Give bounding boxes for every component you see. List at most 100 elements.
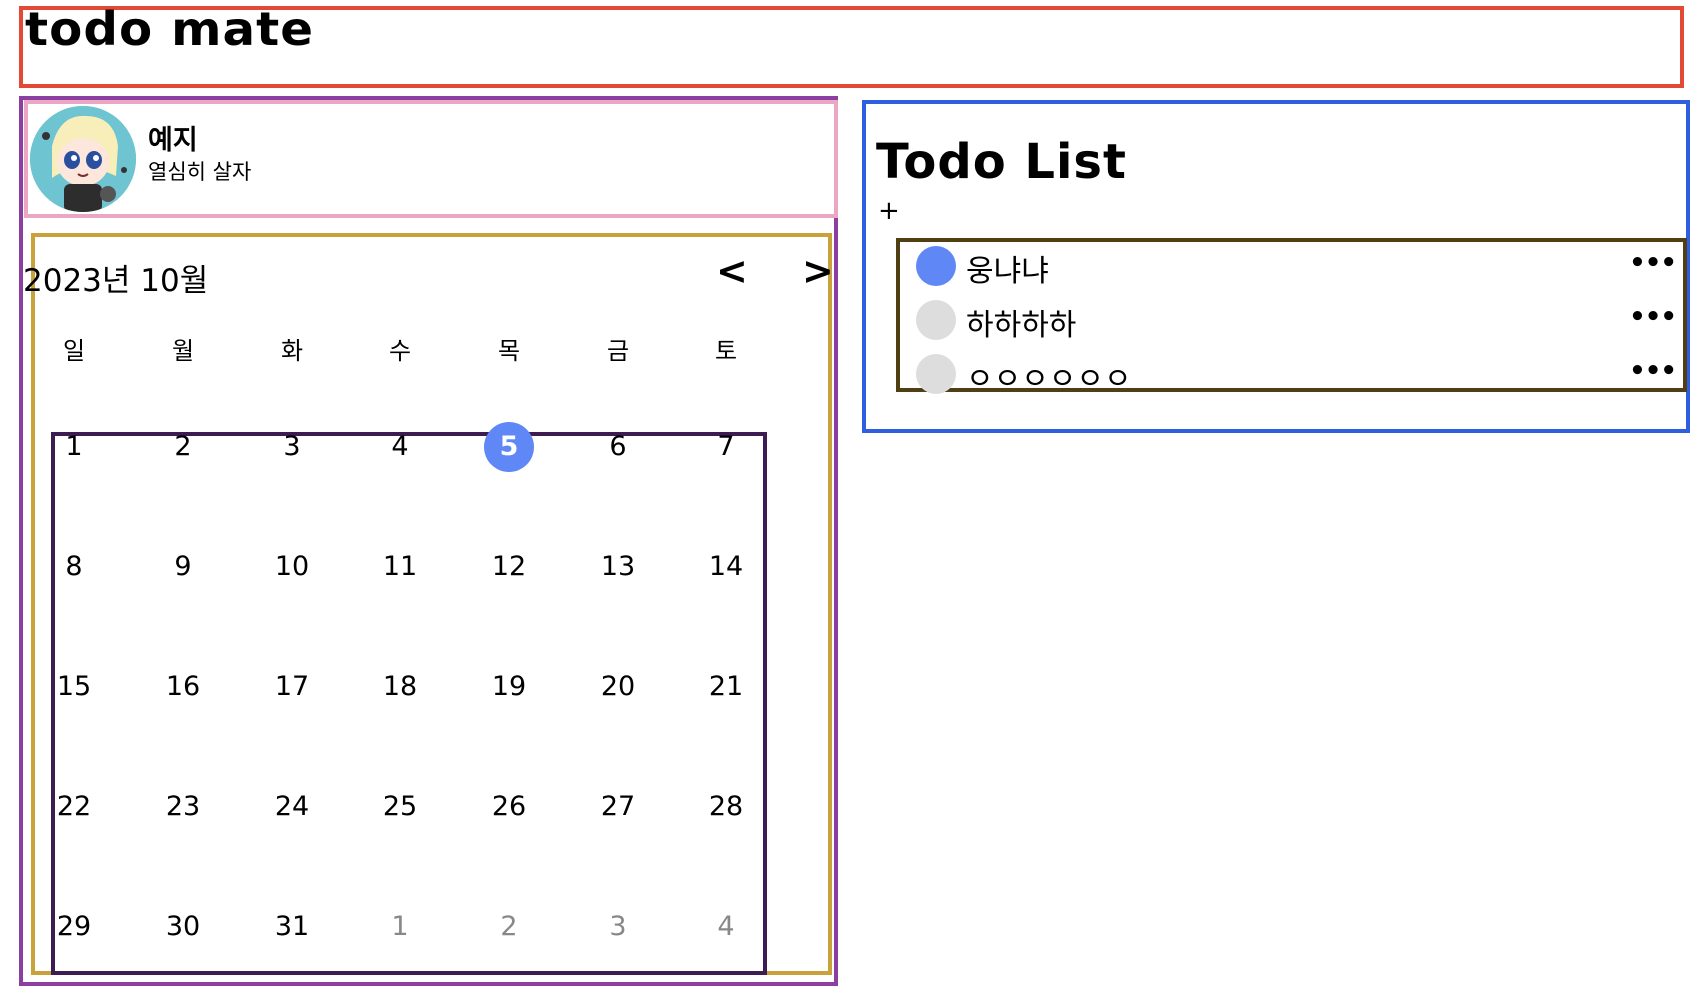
day-number: 21 [708, 671, 744, 702]
day-cell[interactable]: 23 [153, 781, 213, 833]
day-cell[interactable]: 13 [588, 541, 648, 593]
day-number: 29 [56, 911, 92, 942]
day-number: 12 [491, 551, 527, 582]
weekday-label: 월 [171, 337, 195, 365]
day-cell[interactable]: 20 [588, 661, 648, 713]
todo-text: 웅냐냐 [966, 254, 1049, 289]
avatar[interactable] [30, 106, 136, 212]
day-cell[interactable]: 21 [696, 661, 756, 713]
day-number: 27 [600, 791, 636, 822]
day-number: 18 [382, 671, 418, 702]
todo-checkbox[interactable] [916, 246, 956, 286]
day-number: 5 [484, 422, 534, 472]
todo-text: ㅇㅇㅇㅇㅇㅇ [966, 362, 1132, 397]
day-cell[interactable]: 9 [153, 541, 213, 593]
day-number: 4 [391, 431, 409, 462]
more-options-icon[interactable]: ••• [1629, 248, 1677, 278]
day-number: 2 [174, 431, 192, 462]
day-number: 9 [174, 551, 192, 582]
todo-item: 하하하하 ••• [916, 298, 1677, 343]
day-number: 20 [600, 671, 636, 702]
day-cell[interactable]: 31 [262, 901, 322, 953]
profile-status: 열심히 살자 [148, 160, 252, 184]
todo-checkbox[interactable] [916, 354, 956, 394]
next-month-button[interactable]: > [802, 249, 834, 293]
day-number: 17 [274, 671, 310, 702]
weekday-label: 수 [388, 337, 412, 365]
todo-list: 웅냐냐 ••• 하하하하 ••• ㅇㅇㅇㅇㅇㅇ ••• [896, 238, 1687, 397]
weekday-label: 일 [62, 337, 86, 365]
day-number: 24 [274, 791, 310, 822]
day-cell[interactable]: 12 [479, 541, 539, 593]
day-number: 25 [382, 791, 418, 822]
day-cell[interactable]: 1 [370, 901, 430, 953]
day-cell[interactable]: 3 [262, 421, 322, 473]
day-cell[interactable]: 4 [696, 901, 756, 953]
add-todo-button[interactable]: + [878, 196, 900, 226]
day-cell[interactable]: 3 [588, 901, 648, 953]
day-number: 1 [65, 431, 83, 462]
day-cell[interactable]: 30 [153, 901, 213, 953]
day-cell[interactable]: 25 [370, 781, 430, 833]
day-number: 11 [382, 551, 418, 582]
profile-name: 예지 [148, 125, 198, 156]
day-number: 19 [491, 671, 527, 702]
weekday-label: 금 [606, 337, 630, 365]
calendar-days-grid: 1 2 3 4 5 6 7 8 9 10 11 12 13 14 15 16 17 18 19 20 21 22 23 24 2… [51, 422, 767, 975]
day-cell[interactable]: 7 [696, 421, 756, 473]
day-cell[interactable]: 28 [696, 781, 756, 833]
day-number: 13 [600, 551, 636, 582]
weekday-label: 화 [280, 337, 304, 365]
day-cell[interactable]: 4 [370, 421, 430, 473]
weekday-label: 목 [497, 337, 521, 365]
day-number: 8 [65, 551, 83, 582]
day-cell[interactable]: 24 [262, 781, 322, 833]
day-cell[interactable]: 18 [370, 661, 430, 713]
todo-item: 웅냐냐 ••• [916, 244, 1677, 289]
app-header: todo mate [19, 2, 1684, 88]
day-number: 26 [491, 791, 527, 822]
day-number: 7 [717, 431, 735, 462]
day-cell[interactable]: 1 [44, 421, 104, 473]
day-cell[interactable]: 29 [44, 901, 104, 953]
day-cell[interactable]: 16 [153, 661, 213, 713]
month-label: 2023년 10월 [23, 263, 209, 299]
todo-item: ㅇㅇㅇㅇㅇㅇ ••• [916, 352, 1677, 397]
day-cell[interactable]: 19 [479, 661, 539, 713]
day-cell[interactable]: 11 [370, 541, 430, 593]
more-options-icon[interactable]: ••• [1629, 356, 1677, 386]
day-number: 10 [274, 551, 310, 582]
day-cell[interactable]: 26 [479, 781, 539, 833]
todo-checkbox[interactable] [916, 300, 956, 340]
day-cell[interactable]: 2 [479, 901, 539, 953]
weekday-label: 토 [714, 337, 738, 365]
day-number: 6 [609, 431, 627, 462]
day-cell[interactable]: 14 [696, 541, 756, 593]
day-number: 28 [708, 791, 744, 822]
day-cell[interactable]: 2 [153, 421, 213, 473]
day-number: 16 [165, 671, 201, 702]
day-cell[interactable]: 8 [44, 541, 104, 593]
profile-card: 예지 열심히 살자 [24, 100, 838, 218]
day-number: 31 [274, 911, 310, 942]
day-cell[interactable]: 22 [44, 781, 104, 833]
day-number: 2 [500, 911, 518, 942]
day-cell[interactable]: 10 [262, 541, 322, 593]
prev-month-button[interactable]: < [716, 249, 748, 293]
more-options-icon[interactable]: ••• [1629, 302, 1677, 332]
todo-text: 하하하하 [966, 308, 1077, 343]
day-number: 30 [165, 911, 201, 942]
day-cell[interactable]: 17 [262, 661, 322, 713]
day-number: 3 [609, 911, 627, 942]
day-cell[interactable]: 15 [44, 661, 104, 713]
day-cell-selected[interactable]: 5 [479, 421, 539, 473]
day-number: 14 [708, 551, 744, 582]
day-cell[interactable]: 6 [588, 421, 648, 473]
day-number: 1 [391, 911, 409, 942]
day-number: 4 [717, 911, 735, 942]
day-number: 22 [56, 791, 92, 822]
day-number: 15 [56, 671, 92, 702]
day-cell[interactable]: 27 [588, 781, 648, 833]
day-number: 3 [283, 431, 301, 462]
app-title: todo mate [25, 2, 315, 56]
